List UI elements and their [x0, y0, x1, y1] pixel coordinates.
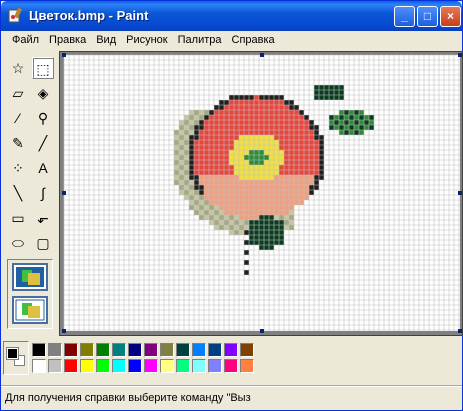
window-title: Цветок.bmp - Paint: [29, 8, 149, 23]
palette-swatch[interactable]: [32, 343, 46, 357]
toolbox: ☆ ⬚ ▱ ◈ ⁄ ⚲ ✎ ╱ ⁘ A ╲ ∫ ▭ ⬐ ⬭ ▢: [3, 53, 57, 335]
resize-handle[interactable]: [458, 191, 462, 195]
line-icon[interactable]: ╲: [7, 182, 29, 204]
color-palette: [1, 339, 462, 383]
palette-swatch[interactable]: [144, 343, 158, 357]
drawing-canvas[interactable]: [60, 52, 462, 335]
rectangle-icon[interactable]: ▭: [7, 207, 29, 229]
resize-handle[interactable]: [458, 53, 462, 57]
palette-swatch[interactable]: [80, 343, 94, 357]
palette-swatch[interactable]: [48, 359, 62, 373]
menu-help[interactable]: Справка: [227, 31, 280, 50]
current-colors: [3, 341, 29, 375]
palette-swatch[interactable]: [160, 343, 174, 357]
paint-app-icon: [8, 7, 22, 23]
pencil-icon[interactable]: ✎: [7, 132, 29, 154]
palette-swatch[interactable]: [64, 343, 78, 357]
menu-view[interactable]: Вид: [91, 31, 121, 50]
text-icon[interactable]: A: [32, 157, 54, 179]
palette-swatch[interactable]: [240, 359, 254, 373]
option-opaque-icon[interactable]: [12, 263, 48, 291]
polygon-icon[interactable]: ⬐: [32, 207, 54, 229]
color-picker-icon[interactable]: ⁄: [7, 107, 29, 129]
resize-handle[interactable]: [62, 191, 66, 195]
fill-bucket-icon[interactable]: ◈: [32, 82, 54, 104]
palette-swatch[interactable]: [208, 343, 222, 357]
resize-handle[interactable]: [458, 329, 462, 333]
palette-swatch[interactable]: [176, 343, 190, 357]
option-transparent-icon[interactable]: [12, 296, 48, 324]
palette-swatch[interactable]: [224, 343, 238, 357]
palette-swatch[interactable]: [240, 343, 254, 357]
palette-swatch[interactable]: [144, 359, 158, 373]
rounded-rect-icon[interactable]: ▢: [32, 232, 54, 254]
resize-handle[interactable]: [260, 53, 264, 57]
palette-swatch[interactable]: [192, 343, 206, 357]
rect-select-icon[interactable]: ⬚: [32, 57, 54, 79]
tool-options-panel: [7, 259, 53, 329]
palette-swatch[interactable]: [32, 359, 46, 373]
palette-swatch[interactable]: [48, 343, 62, 357]
status-text: Для получения справки выберите команду "…: [5, 392, 251, 404]
resize-handle[interactable]: [62, 329, 66, 333]
palette-swatch[interactable]: [224, 359, 238, 373]
eraser-icon[interactable]: ▱: [7, 82, 29, 104]
magnifier-icon[interactable]: ⚲: [32, 107, 54, 129]
palette-swatch[interactable]: [176, 359, 190, 373]
minimize-button[interactable]: _: [394, 6, 415, 27]
ellipse-icon[interactable]: ⬭: [7, 232, 29, 254]
palette-swatch[interactable]: [160, 359, 174, 373]
airbrush-icon[interactable]: ⁘: [7, 157, 29, 179]
palette-swatch[interactable]: [192, 359, 206, 373]
foreground-color[interactable]: [6, 347, 19, 360]
title-bar[interactable]: Цветок.bmp - Paint _ □ ×: [1, 1, 462, 31]
palette-swatch[interactable]: [112, 343, 126, 357]
maximize-button[interactable]: □: [417, 6, 438, 27]
palette-swatch[interactable]: [208, 359, 222, 373]
resize-handle[interactable]: [62, 53, 66, 57]
curve-icon[interactable]: ∫: [32, 182, 54, 204]
free-form-select-icon[interactable]: ☆: [7, 57, 29, 79]
menu-colors[interactable]: Палитра: [173, 31, 227, 50]
palette-swatch[interactable]: [96, 343, 110, 357]
menu-edit[interactable]: Правка: [44, 31, 91, 50]
brush-icon[interactable]: ╱: [32, 132, 54, 154]
palette-swatch[interactable]: [128, 343, 142, 357]
palette-swatch[interactable]: [112, 359, 126, 373]
resize-handle[interactable]: [260, 329, 264, 333]
palette-swatch[interactable]: [128, 359, 142, 373]
palette-swatch[interactable]: [64, 359, 78, 373]
close-button[interactable]: ×: [440, 6, 461, 27]
canvas-area: [59, 51, 463, 336]
status-bar: Для получения справки выберите команду "…: [1, 386, 462, 410]
paint-window: Цветок.bmp - Paint _ □ × Файл Правка Вид…: [0, 0, 463, 411]
palette-swatch[interactable]: [96, 359, 110, 373]
menu-bar: Файл Правка Вид Рисунок Палитра Справка: [1, 31, 462, 50]
menu-image[interactable]: Рисунок: [121, 31, 173, 50]
menu-file[interactable]: Файл: [7, 31, 44, 50]
palette-swatch[interactable]: [80, 359, 94, 373]
